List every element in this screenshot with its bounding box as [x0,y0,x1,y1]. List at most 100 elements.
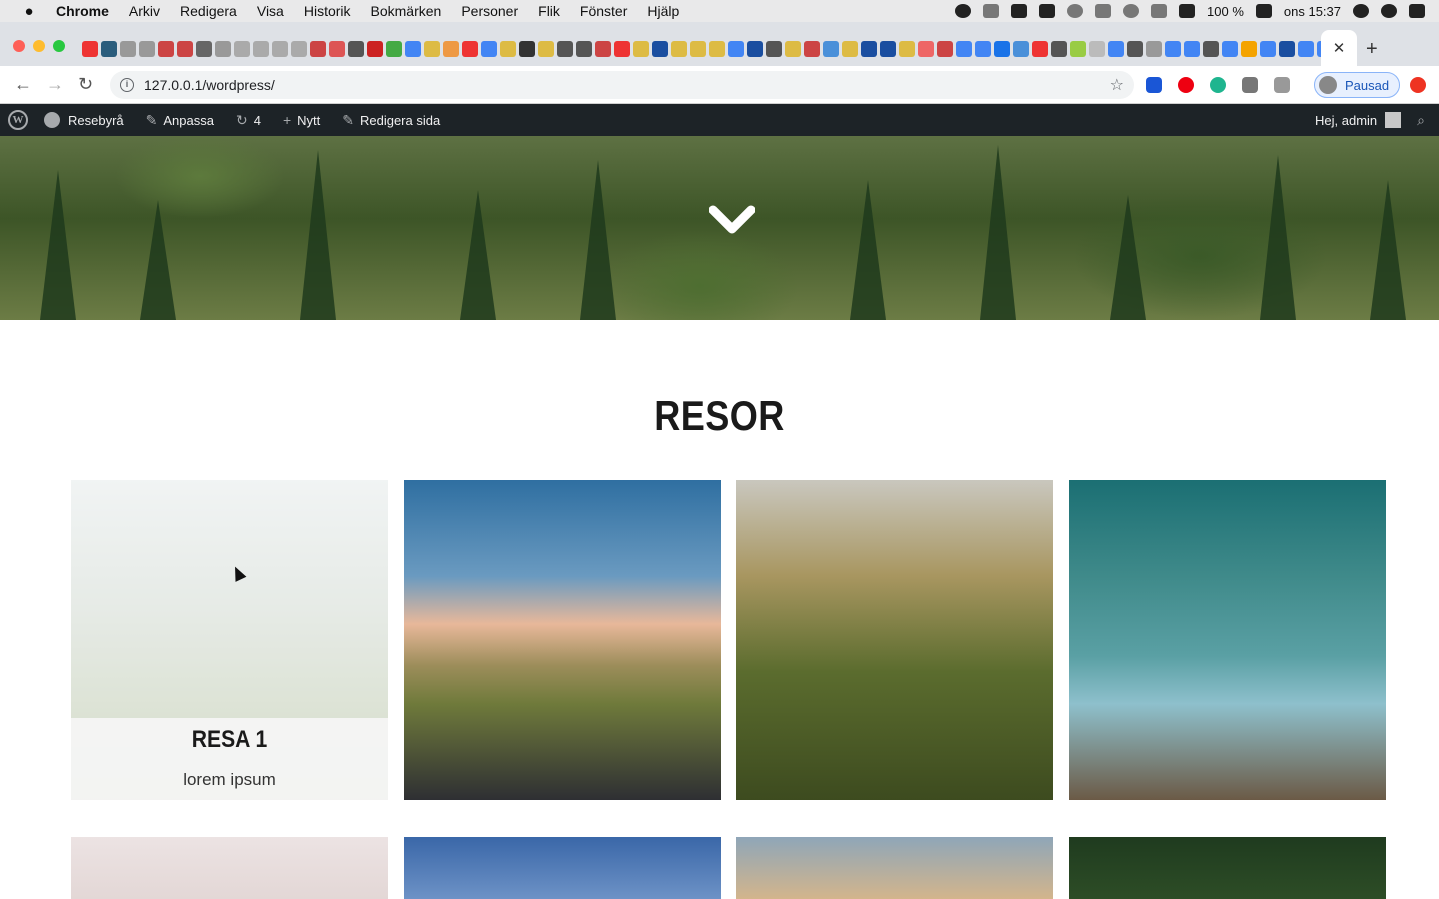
admin-site-name[interactable]: Resebyrå [44,112,124,128]
update-icon[interactable] [1410,77,1426,93]
tab-favicon[interactable] [1298,41,1314,57]
menu-arkiv[interactable]: Arkiv [129,3,160,19]
tab-favicon[interactable] [177,41,193,57]
tab-favicon[interactable] [728,41,744,57]
battery-icon[interactable] [1255,4,1272,18]
dropbox-icon[interactable] [983,4,1000,18]
tab-favicon[interactable] [842,41,858,57]
tab-favicon[interactable] [538,41,554,57]
tab-favicon[interactable] [1184,41,1200,57]
tab-favicon[interactable] [215,41,231,57]
reload-icon[interactable]: ↻ [78,74,93,95]
tab-favicon[interactable] [1241,41,1257,57]
tab-favicon[interactable] [462,41,478,57]
tab-favicon[interactable] [861,41,877,57]
tab-favicon[interactable] [785,41,801,57]
tab-favicon[interactable] [1127,41,1143,57]
notification-center-icon[interactable] [1409,4,1425,18]
menu-app-name[interactable]: Chrome [56,3,109,19]
tab-favicon[interactable] [101,41,117,57]
tab-favicon[interactable] [823,41,839,57]
tab-favicon[interactable] [1260,41,1276,57]
menu-redigera[interactable]: Redigera [180,3,237,19]
tab-favicon[interactable] [158,41,174,57]
tab-favicon[interactable] [1070,41,1086,57]
clock[interactable]: ons 15:37 [1284,4,1341,19]
siri-icon[interactable] [1381,4,1397,18]
active-tab[interactable]: ✕ [1321,30,1357,66]
menu-visa[interactable]: Visa [257,3,284,19]
tab-favicon[interactable] [500,41,516,57]
tab-favicon[interactable] [405,41,421,57]
tab-favicon[interactable] [1013,41,1029,57]
extension-icon[interactable] [1210,77,1226,93]
back-arrow-icon[interactable]: ← [14,74,32,95]
admin-edit-page[interactable]: ✎ Redigera sida [342,112,440,129]
trip-card[interactable] [404,480,721,800]
address-bar[interactable]: i 127.0.0.1/wordpress/ ☆ [110,71,1134,99]
site-info-icon[interactable]: i [120,78,134,92]
tab-favicon[interactable] [481,41,497,57]
tab-favicon[interactable] [956,41,972,57]
url-text[interactable]: 127.0.0.1/wordpress/ [144,77,275,93]
trip-card[interactable] [1069,480,1386,800]
tab-favicon[interactable] [595,41,611,57]
menu-personer[interactable]: Personer [461,3,518,19]
sync-icon[interactable] [1067,4,1084,18]
trip-card[interactable] [404,837,721,899]
menu-fonster[interactable]: Fönster [580,3,627,19]
cloud-icon[interactable] [1039,4,1056,18]
apple-menu-icon[interactable]: ● [20,3,38,20]
extension-icon[interactable] [1178,77,1194,93]
tab-favicon[interactable] [1165,41,1181,57]
admin-new[interactable]: + Nytt [283,112,320,128]
tab-favicon[interactable] [899,41,915,57]
bluetooth-icon[interactable] [1151,4,1168,18]
tab-favicon[interactable] [1051,41,1067,57]
tab-favicon[interactable] [652,41,668,57]
tab-favicon[interactable] [1222,41,1238,57]
tab-favicon[interactable] [975,41,991,57]
tab-favicon[interactable] [747,41,763,57]
menu-historik[interactable]: Historik [304,3,351,19]
camera-extension-icon[interactable] [1274,77,1290,93]
tab-favicon[interactable] [994,41,1010,57]
tab-favicon[interactable] [1279,41,1295,57]
close-tab-icon[interactable]: ✕ [1333,39,1346,57]
tab-favicon[interactable] [1032,41,1048,57]
feather-icon[interactable] [1011,4,1028,18]
tab-favicon[interactable] [1203,41,1219,57]
tab-favicon[interactable] [82,41,98,57]
tab-favicon[interactable] [386,41,402,57]
tab-favicon[interactable] [766,41,782,57]
tab-favicon[interactable] [253,41,269,57]
tab-favicon[interactable] [139,41,155,57]
trip-card[interactable] [71,837,388,899]
menu-bokmarken[interactable]: Bokmärken [371,3,442,19]
tab-favicon[interactable] [424,41,440,57]
tab-favicon[interactable] [272,41,288,57]
tab-favicon[interactable] [291,41,307,57]
trip-card[interactable] [736,480,1053,800]
tab-favicon[interactable] [576,41,592,57]
profile-button[interactable]: Pausad [1314,72,1400,98]
forward-arrow-icon[interactable]: → [46,74,64,95]
tab-favicon[interactable] [196,41,212,57]
extension-icon[interactable] [1242,77,1258,93]
tab-favicon[interactable] [633,41,649,57]
tab-favicon[interactable] [690,41,706,57]
tab-favicon[interactable] [310,41,326,57]
tab-favicon[interactable] [709,41,725,57]
zoom-window-button[interactable] [53,40,65,52]
bookmark-star-icon[interactable]: ☆ [1110,75,1124,95]
admin-updates[interactable]: ↻ 4 [236,112,261,129]
tab-favicon[interactable] [937,41,953,57]
admin-customize[interactable]: ✎ Anpassa [146,112,214,129]
tab-favicon[interactable] [1089,41,1105,57]
tab-favicon[interactable] [804,41,820,57]
tab-favicon[interactable] [880,41,896,57]
scroll-down-chevron-icon[interactable] [709,198,755,244]
trip-card[interactable]: RESA 1 lorem ipsum [71,480,388,800]
admin-account[interactable]: Hej, admin ⌕ [1315,104,1431,136]
tab-favicon[interactable] [348,41,364,57]
